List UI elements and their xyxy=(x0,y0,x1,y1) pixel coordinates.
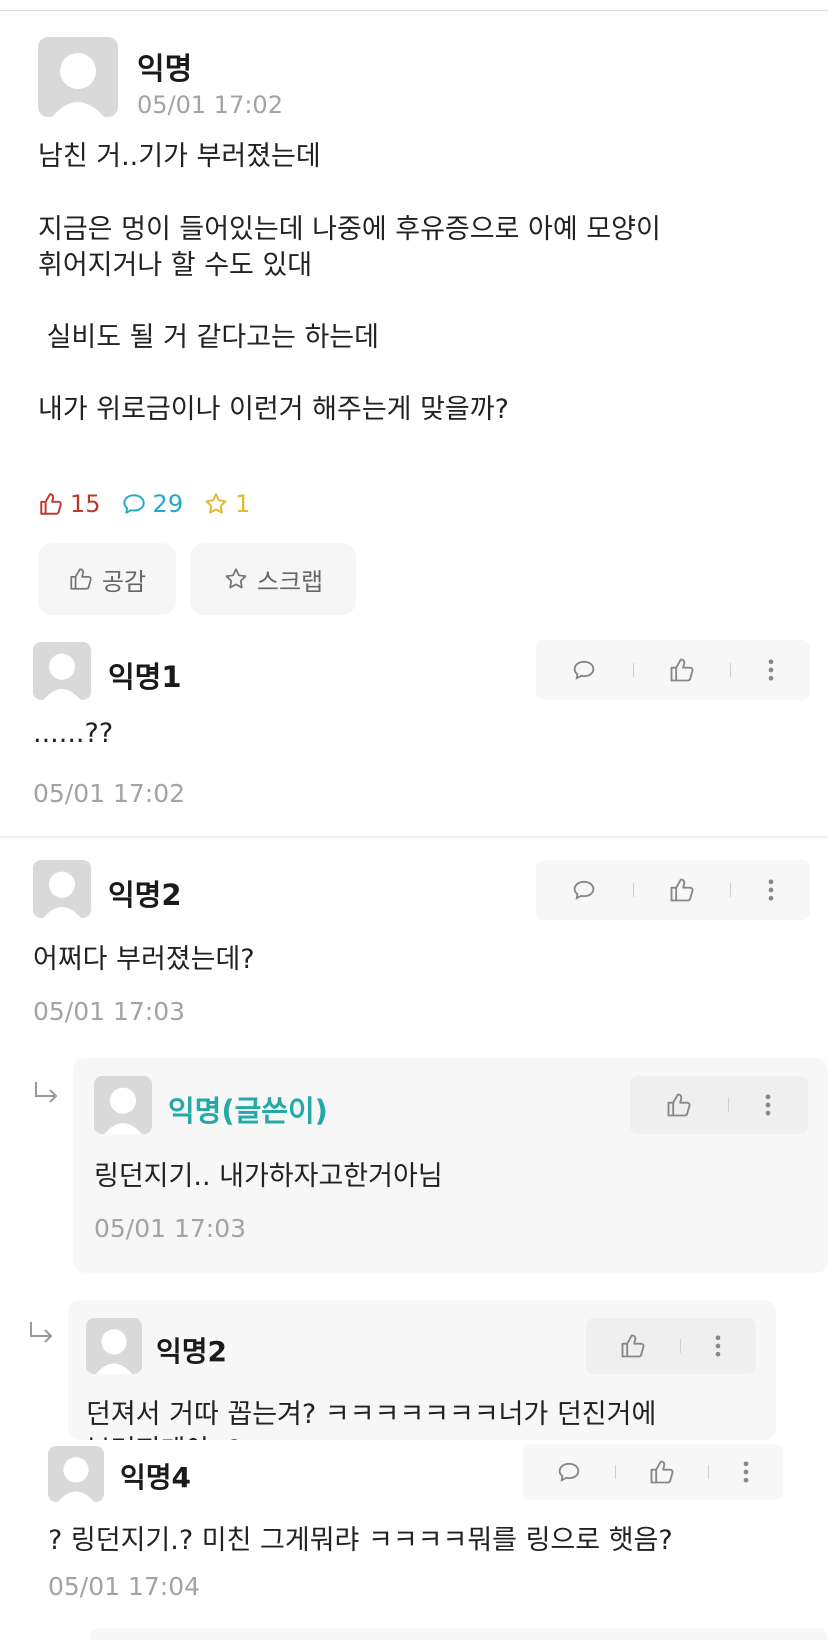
post-line-1: 남친 거..기가 부러졌는데 xyxy=(38,141,321,172)
more-icon[interactable] xyxy=(766,656,776,684)
comment-time: 05/01 17:02 xyxy=(33,779,186,808)
reply-actions xyxy=(586,1318,756,1374)
reply-text: 링던지기.. 내가하자고한거아님 xyxy=(94,1161,443,1192)
comment-author: 익명2 xyxy=(108,878,182,912)
separator xyxy=(679,1339,681,1353)
like-button-label: 공감 xyxy=(101,567,147,596)
speech-bubble-icon xyxy=(122,494,145,514)
speech-bubble-icon[interactable] xyxy=(570,656,598,684)
post-author: 익명 xyxy=(137,52,193,87)
star-icon xyxy=(205,493,227,514)
more-icon[interactable] xyxy=(766,876,776,904)
separator xyxy=(730,663,732,677)
thumbs-up-icon[interactable] xyxy=(648,1458,676,1486)
post-avatar xyxy=(38,37,118,117)
comment-actions xyxy=(523,1444,783,1500)
speech-bubble-icon[interactable] xyxy=(555,1458,583,1486)
separator xyxy=(730,883,732,897)
thumbs-up-icon[interactable] xyxy=(668,876,696,904)
comment-time: 05/01 17:03 xyxy=(33,997,186,1026)
reply-actions xyxy=(630,1076,808,1134)
avatar-icon xyxy=(43,653,81,700)
comment-avatar xyxy=(48,1446,104,1502)
comment-avatar xyxy=(33,642,91,700)
comment-time: 05/01 17:04 xyxy=(48,1572,201,1601)
reply-author-writer: 익명(글쓴이) xyxy=(168,1094,328,1128)
like-count: 15 xyxy=(70,490,101,518)
post-line-4: 실비도 될 거 같다고는 하는데 xyxy=(38,322,379,353)
comment-text: ? 링던지기.? 미친 그게뭐랴 ㅋㅋㅋㅋ뭐를 링으로 햇음? xyxy=(48,1525,673,1556)
star-icon xyxy=(225,568,247,589)
comment-actions xyxy=(536,640,810,700)
comment-author: 익명1 xyxy=(108,660,182,694)
thumbs-up-icon[interactable] xyxy=(619,1332,647,1360)
next-reply-edge xyxy=(90,1628,828,1640)
post-time: 05/01 17:02 xyxy=(137,91,283,119)
reply-arrow-icon xyxy=(35,1082,58,1103)
separator xyxy=(615,1465,616,1479)
scrap-count: 1 xyxy=(235,490,251,518)
reply-avatar xyxy=(86,1318,142,1374)
post-line-5: 내가 위로금이나 이런거 해주는게 맞을까? xyxy=(38,394,509,425)
comment-actions xyxy=(536,860,810,920)
comment-author: 익명4 xyxy=(120,1461,192,1494)
more-icon[interactable] xyxy=(763,1091,773,1119)
avatar-icon xyxy=(95,1329,133,1374)
separator xyxy=(727,1098,729,1112)
post-stats: 15 29 1 xyxy=(38,490,250,518)
more-icon[interactable] xyxy=(741,1458,751,1486)
avatar-icon xyxy=(57,1457,95,1502)
separator xyxy=(632,663,634,677)
scrap-button[interactable]: 스크랩 xyxy=(190,543,356,615)
reply-time: 05/01 17:03 xyxy=(94,1214,247,1243)
avatar-icon xyxy=(43,871,81,918)
thumbs-up-icon[interactable] xyxy=(665,1091,693,1119)
avatar-icon xyxy=(52,53,104,117)
comment-avatar xyxy=(33,860,91,918)
reply-avatar xyxy=(94,1076,152,1134)
separator xyxy=(632,883,634,897)
reply-text: 던져서 거따 꼽는겨? ㅋㅋㅋㅋㅋㅋㅋ너가 던진거에 xyxy=(86,1399,657,1430)
top-divider xyxy=(0,10,828,11)
speech-bubble-icon[interactable] xyxy=(570,876,598,904)
thumbs-up-icon[interactable] xyxy=(668,656,696,684)
scrap-button-label: 스크랩 xyxy=(256,567,324,596)
reply-arrow-icon xyxy=(30,1322,53,1343)
comment-count: 29 xyxy=(152,490,184,518)
comment-text: 어쩌다 부러졌는데? xyxy=(33,944,255,975)
reply-box: 익명2 던져서 거따 꼽는겨? ㅋㅋㅋㅋㅋㅋㅋ너가 던진거에 부러지게야..? xyxy=(68,1300,776,1440)
like-button[interactable]: 공감 xyxy=(38,543,176,615)
comment-divider xyxy=(0,836,828,838)
more-icon[interactable] xyxy=(713,1332,723,1360)
separator xyxy=(708,1465,709,1479)
comment-text: ......?? xyxy=(33,718,114,749)
reply-author: 익명2 xyxy=(156,1335,228,1368)
thumbs-up-icon xyxy=(70,568,92,590)
thumbs-up-icon xyxy=(40,493,62,515)
avatar-icon xyxy=(104,1087,142,1134)
reply-text-continued: 부러지게야..? xyxy=(86,1428,242,1440)
post-line-2: 지금은 멍이 들어있는데 나중에 후유증으로 아예 모양이 xyxy=(38,214,661,245)
post-line-3: 휘어지거나 할 수도 있대 xyxy=(38,250,313,281)
